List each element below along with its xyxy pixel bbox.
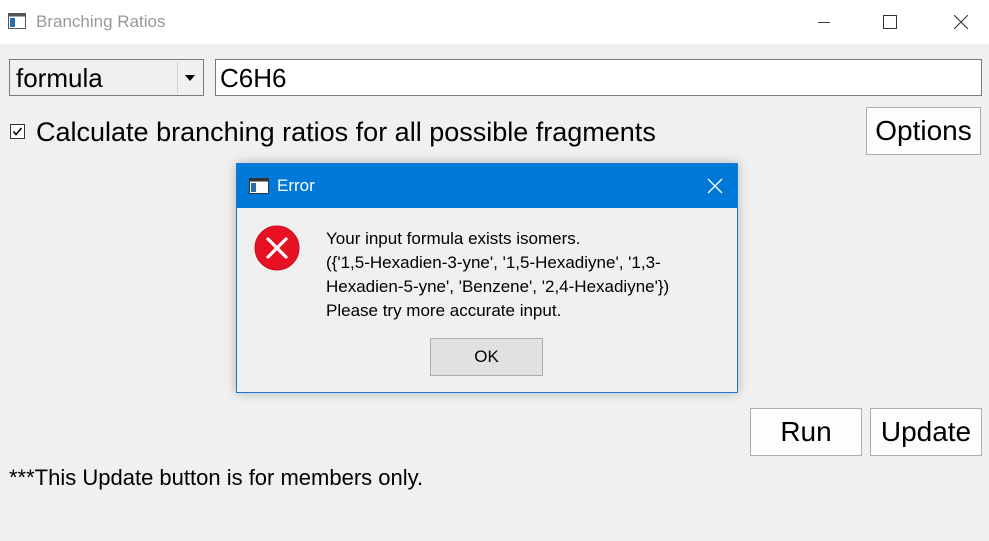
update-button[interactable]: Update [870, 408, 982, 456]
all-fragments-label[interactable]: Calculate branching ratios for all possi… [36, 117, 656, 148]
maximize-button[interactable] [867, 0, 913, 44]
dialog-message-line: Please try more accurate input. [326, 301, 562, 320]
dialog-message-line: Hexadien-5-yne', 'Benzene', '2,4-Hexadiy… [326, 277, 670, 296]
options-button[interactable]: Options [866, 107, 981, 155]
run-button[interactable]: Run [750, 408, 862, 456]
maximize-icon [883, 15, 897, 29]
dialog-titlebar[interactable]: Error [237, 164, 737, 208]
checkmark-icon [12, 127, 23, 136]
close-icon [707, 178, 723, 194]
dialog-message: Your input formula exists isomers. ({'1,… [326, 227, 726, 323]
error-dialog: Error Your input formula exists isomers.… [236, 163, 738, 393]
all-fragments-checkbox[interactable] [10, 124, 25, 139]
minimize-icon [818, 22, 830, 23]
dialog-close-button[interactable] [701, 174, 729, 198]
search-type-select[interactable]: formula [9, 59, 204, 96]
dialog-title: Error [277, 176, 315, 195]
chevron-down-icon[interactable] [177, 62, 201, 93]
search-type-value: formula [16, 63, 103, 93]
app-window-icon [8, 13, 26, 29]
minimize-button[interactable] [801, 0, 847, 44]
error-icon [253, 224, 301, 277]
window-titlebar[interactable]: Branching Ratios [0, 0, 989, 44]
formula-input[interactable]: C6H6 [215, 59, 982, 96]
close-button[interactable] [938, 0, 984, 44]
members-note: ***This Update button is for members onl… [9, 465, 424, 490]
dialog-message-line: Your input formula exists isomers. [326, 229, 581, 248]
app-window-icon [249, 178, 269, 199]
dialog-message-line: ({'1,5-Hexadien-3-yne', '1,5-Hexadiyne',… [326, 253, 661, 272]
window-title: Branching Ratios [36, 12, 166, 31]
close-icon [954, 15, 968, 29]
ok-button[interactable]: OK [430, 338, 543, 376]
